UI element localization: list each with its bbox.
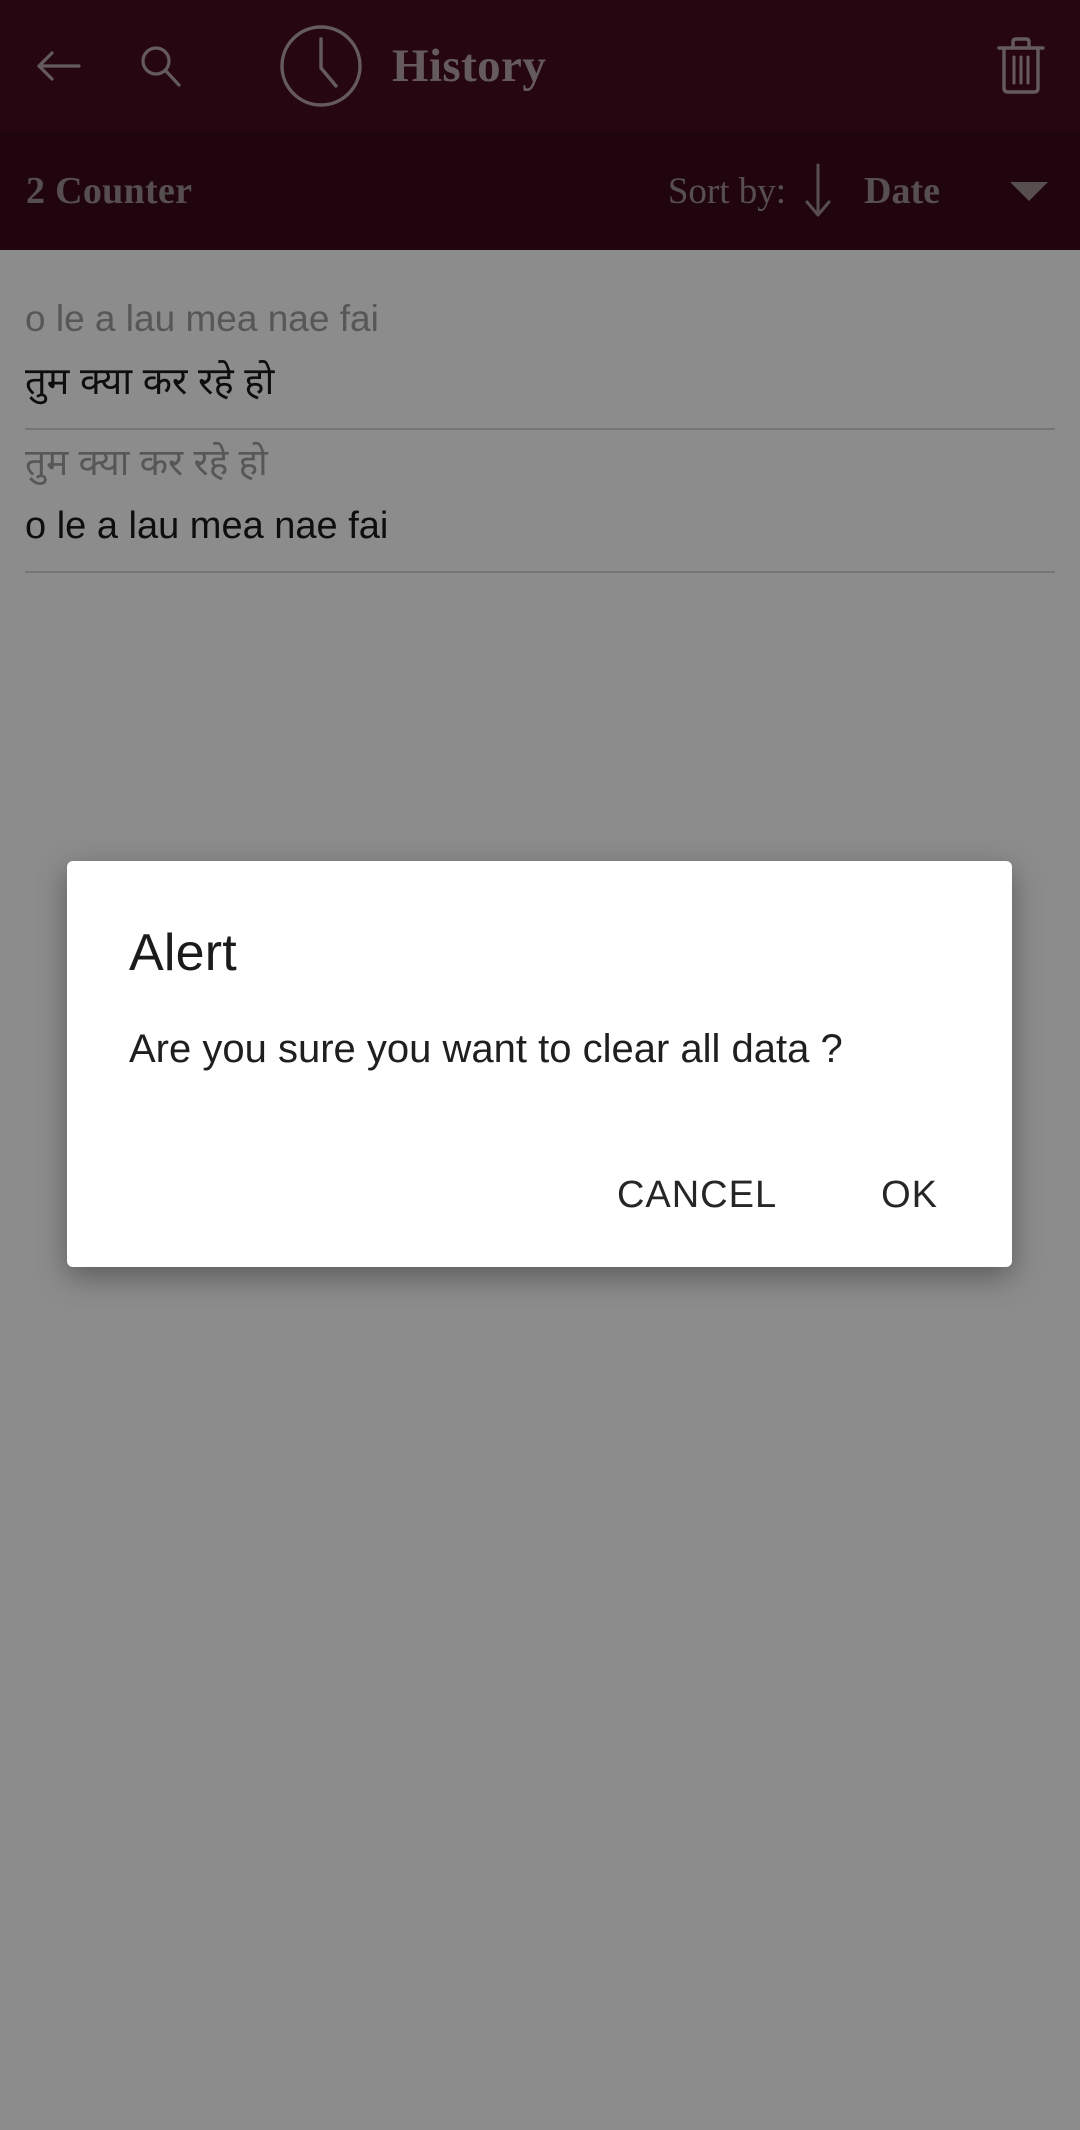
cancel-button[interactable]: CANCEL bbox=[591, 1158, 803, 1233]
alert-dialog: Alert Are you sure you want to clear all… bbox=[67, 861, 1012, 1267]
dialog-title: Alert bbox=[129, 924, 237, 982]
ok-button[interactable]: OK bbox=[855, 1158, 964, 1233]
dialog-message: Are you sure you want to clear all data … bbox=[129, 1027, 843, 1071]
dialog-actions: CANCEL OK bbox=[67, 1158, 1012, 1267]
app-screen: History 2 Counter Sort by: Date o le a l… bbox=[0, 0, 1080, 2130]
